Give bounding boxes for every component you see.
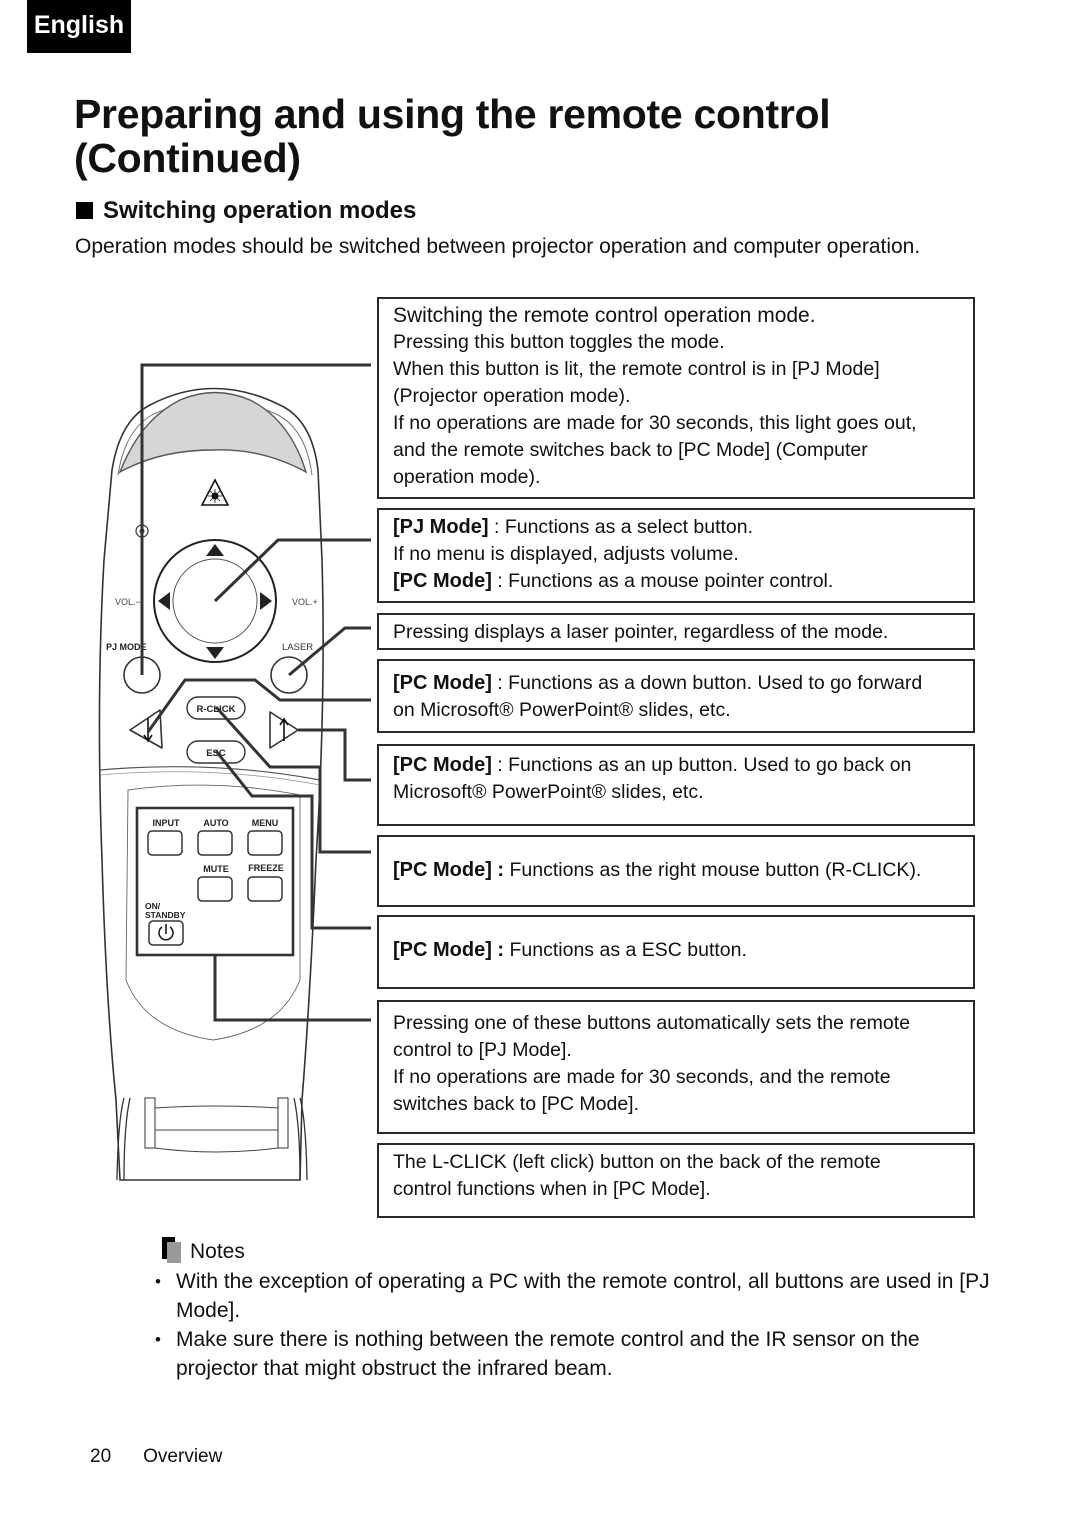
callout-line: control to [PJ Mode]. (393, 1039, 572, 1061)
callout-line: control functions when in [PC Mode]. (393, 1178, 711, 1200)
mode-label: [PC Mode] (393, 570, 492, 592)
note-item: Make sure there is nothing between the r… (155, 1326, 1005, 1383)
notes-heading-text: Notes (190, 1240, 245, 1263)
remote-control-illustration: VOL.− VOL.+ PJ MODE LASER R-CLICK ESC IN… (98, 363, 371, 1181)
callout-line: [PC Mode] : Functions as a down button. … (393, 670, 973, 697)
language-tab: English (27, 0, 131, 53)
square-bullet-icon (76, 202, 93, 219)
section-heading: Switching operation modes (76, 197, 416, 225)
callout-direction-pad: [PJ Mode] : Functions as a select button… (377, 508, 975, 603)
callout-line: When this button is lit, the remote cont… (393, 358, 880, 380)
title-line-1: Preparing and using the remote control (74, 91, 831, 137)
callout-laser-button: Pressing displays a laser pointer, regar… (377, 613, 975, 650)
callout-text: Functions as the right mouse button (R-C… (504, 859, 922, 881)
callout-line: operation mode). (393, 466, 541, 488)
notes-list: With the exception of operating a PC wit… (155, 1268, 1005, 1384)
callout-pj-mode-button: Switching the remote control operation m… (377, 297, 975, 499)
section-heading-text: Switching operation modes (103, 197, 417, 224)
page-number: 20 (90, 1446, 112, 1467)
callout-panel-buttons: Pressing one of these buttons automatica… (377, 1000, 975, 1134)
callout-line: If no menu is displayed, adjusts volume. (393, 543, 739, 565)
remote-body (98, 387, 324, 1181)
svg-text:MUTE: MUTE (203, 864, 229, 874)
callout-page-up-button: [PC Mode] : Functions as an up button. U… (377, 744, 975, 826)
mode-label: [PC Mode] (393, 672, 492, 694)
mode-label: [PJ Mode] (393, 516, 489, 538)
mode-label: [PC Mode] (393, 754, 492, 776)
callout-page-down-button: [PC Mode] : Functions as a down button. … (377, 659, 975, 733)
vol-plus-label: VOL.+ (292, 597, 318, 607)
page-title: Preparing and using the remote control (… (74, 91, 831, 181)
callout-line: Pressing this button toggles the mode. (393, 331, 725, 353)
mode-label: [PC Mode] : (393, 939, 505, 961)
callout-text: : Functions as an up button. Used to go … (491, 754, 912, 776)
callout-line: [PC Mode] : Functions as a ESC button. (393, 937, 973, 964)
freeze-button (247, 876, 283, 902)
callout-line: switches back to [PC Mode]. (393, 1093, 640, 1115)
callout-line: and the remote switches back to [PC Mode… (393, 439, 868, 461)
svg-text:R-CLICK: R-CLICK (196, 704, 235, 715)
notes-heading: Notes (162, 1237, 245, 1264)
callout-text: : Functions as a down button. Used to go… (491, 672, 923, 694)
callout-text: Functions as a ESC button. (504, 939, 747, 961)
menu-button (247, 830, 283, 856)
callout-text: : Functions as a mouse pointer control. (491, 570, 834, 592)
callout-line: (Projector operation mode). (393, 385, 631, 407)
pj-mode-label: PJ MODE (106, 642, 147, 652)
callout-line: [PC Mode] : Functions as a mouse pointer… (393, 568, 973, 595)
callout-line: Pressing one of these buttons automatica… (393, 1012, 911, 1034)
callout-line: on Microsoft® PowerPoint® slides, etc. (393, 699, 731, 721)
svg-text:AUTO: AUTO (203, 818, 228, 828)
title-line-2: (Continued) (74, 135, 301, 181)
callout-line: The L-CLICK (left click) button on the b… (393, 1151, 881, 1173)
callout-text: : Functions as a select button. (488, 516, 754, 538)
callout-line: [PC Mode] : Functions as the right mouse… (393, 857, 973, 884)
input-button (147, 830, 183, 856)
intro-paragraph: Operation modes should be switched betwe… (75, 235, 921, 258)
page-footer: 20 Overview (90, 1446, 254, 1468)
mute-button (197, 876, 233, 902)
mode-label: [PC Mode] : (393, 859, 505, 881)
footer-section: Overview (143, 1446, 223, 1467)
callout-esc-button: [PC Mode] : Functions as a ESC button. (377, 915, 975, 989)
callout-line: If no operations are made for 30 seconds… (393, 412, 917, 434)
svg-text:STANDBY: STANDBY (145, 910, 186, 920)
svg-text:FREEZE: FREEZE (248, 863, 284, 873)
callout-line: Microsoft® PowerPoint® slides, etc. (393, 781, 704, 803)
notes-icon (162, 1237, 182, 1263)
callout-line: Pressing displays a laser pointer, regar… (393, 621, 889, 643)
callout-line: Switching the remote control operation m… (393, 304, 816, 327)
vol-minus-label: VOL.− (115, 597, 141, 607)
callout-l-click-button: The L-CLICK (left click) button on the b… (377, 1143, 975, 1218)
note-item: With the exception of operating a PC wit… (155, 1268, 1005, 1325)
callout-line: [PJ Mode] : Functions as a select button… (393, 514, 973, 541)
callout-line: If no operations are made for 30 seconds… (393, 1066, 891, 1088)
laser-label: LASER (282, 642, 313, 653)
callout-line: [PC Mode] : Functions as an up button. U… (393, 752, 973, 779)
auto-button (197, 830, 233, 856)
callout-r-click-button: [PC Mode] : Functions as the right mouse… (377, 835, 975, 907)
svg-text:INPUT: INPUT (153, 818, 181, 828)
svg-text:MENU: MENU (252, 818, 279, 828)
